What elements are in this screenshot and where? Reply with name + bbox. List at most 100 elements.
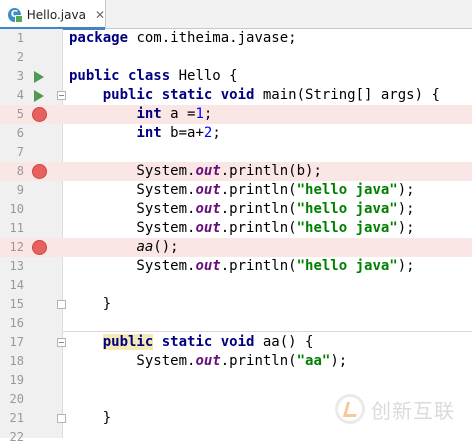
code-line[interactable]: 13 System.out.println("hello java"); [0,257,472,276]
code-token: .println( [220,353,297,369]
close-icon[interactable]: ✕ [95,8,105,22]
code-line[interactable]: 4 public static void main(String[] args)… [0,86,472,105]
code-token: aa() { [254,334,314,350]
run-icon[interactable] [34,71,44,83]
java-class-icon: C [8,7,23,23]
line-number: 5 [16,107,24,121]
line-number: 19 [9,373,24,387]
code-token: System. [69,220,196,236]
code-text: System.out.println("aa"); [69,352,347,371]
code-line[interactable]: 1 package com.itheima.javase; [0,29,472,48]
code-line[interactable]: 6 int b=a+2; [0,124,472,143]
code-token: out [195,353,221,369]
line-number: 18 [9,354,24,368]
breakpoint-icon[interactable] [32,107,47,122]
code-token: System. [69,182,196,198]
breakpoint-icon[interactable] [32,240,47,255]
line-number: 1 [16,31,24,45]
code-token: "aa" [296,353,331,369]
code-line[interactable]: 2 [0,48,472,67]
code-line[interactable]: 19 [0,371,472,390]
code-text: System.out.println("hello java"); [69,200,415,219]
line-number: 6 [16,126,24,140]
code-token: int [136,125,162,141]
code-token: "hello java" [296,182,398,198]
code-line[interactable]: 12 aa(); [0,238,472,257]
code-token: out [195,182,221,198]
code-line[interactable]: 15 } [0,295,472,314]
code-token: ); [397,258,415,274]
code-text: aa(); [69,238,178,257]
code-token: ); [397,182,415,198]
code-line[interactable]: 9 System.out.println("hello java"); [0,181,472,200]
line-number: 2 [16,50,24,64]
line-number: 8 [16,164,24,178]
code-text: System.out.println("hello java"); [69,219,414,238]
code-line[interactable]: 16 [0,314,472,333]
line-number: 3 [16,69,24,83]
breakpoint-icon[interactable] [32,164,47,179]
line-number: 16 [9,316,24,330]
code-line[interactable]: 14 [0,276,472,295]
code-text: } [69,409,111,428]
code-token: static void [161,334,255,350]
tab-filename: Hello.java [26,7,86,22]
code-line[interactable]: 18 System.out.println("aa"); [0,352,472,371]
code-token: Hello { [170,68,238,84]
code-token: ); [397,201,415,217]
code-line[interactable]: 8 System.out.println(b); [0,162,472,181]
code-text: } [69,295,111,314]
code-line[interactable]: 5 int a =1; [0,105,472,124]
code-line[interactable]: 11 System.out.println("hello java"); [0,219,472,238]
code-token: ); [330,353,348,369]
code-text: System.out.println("hello java"); [69,257,415,276]
code-token: "hello java" [296,220,398,236]
code-line[interactable]: 7 [0,143,472,162]
code-token: out [195,220,221,236]
tab-hello-java[interactable]: C Hello.java ✕ [0,0,106,30]
code-text: public class Hello { [69,67,238,86]
fold-marker-icon[interactable] [57,338,66,347]
line-number: 11 [9,221,24,235]
run-icon[interactable] [34,90,44,102]
line-number: 20 [9,392,24,406]
code-token: "hello java" [296,258,398,274]
code-token: aa [136,239,154,255]
code-token: public static void [102,87,255,103]
code-token: } [69,296,112,312]
code-token: public class [69,68,171,84]
fold-marker-icon[interactable] [57,91,66,100]
fold-marker-icon[interactable] [57,300,66,309]
code-token: .println( [220,258,297,274]
line-number: 13 [9,259,24,273]
code-token: } [69,410,112,426]
code-text: int b=a+2; [69,124,221,143]
code-token: ; [212,125,221,141]
code-token: main(String[] args) { [254,87,440,103]
line-number: 9 [16,183,24,197]
code-editor[interactable]: 1 package com.itheima.javase; 2 3 public cla… [0,29,472,444]
code-line[interactable]: 17 public static void aa() { [0,333,472,352]
watermark: 创新互联 [335,391,455,427]
code-token: out [195,201,221,217]
code-token: System. [69,353,196,369]
code-token: a = [161,106,196,122]
line-number: 15 [9,297,24,311]
line-number: 10 [9,202,24,216]
fold-marker-icon[interactable] [57,414,66,423]
code-token: ; [203,106,213,122]
code-token: .println(b); [220,163,322,179]
code-token: b=a+ [161,125,204,141]
code-text: public static void aa() { [69,333,313,352]
code-token: out [195,258,221,274]
watermark-logo-icon [335,394,365,424]
code-line[interactable]: 10 System.out.println("hello java"); [0,200,472,219]
code-token: "hello java" [296,201,398,217]
code-token: out [195,163,221,179]
code-line[interactable]: 3 public class Hello { [0,67,472,86]
